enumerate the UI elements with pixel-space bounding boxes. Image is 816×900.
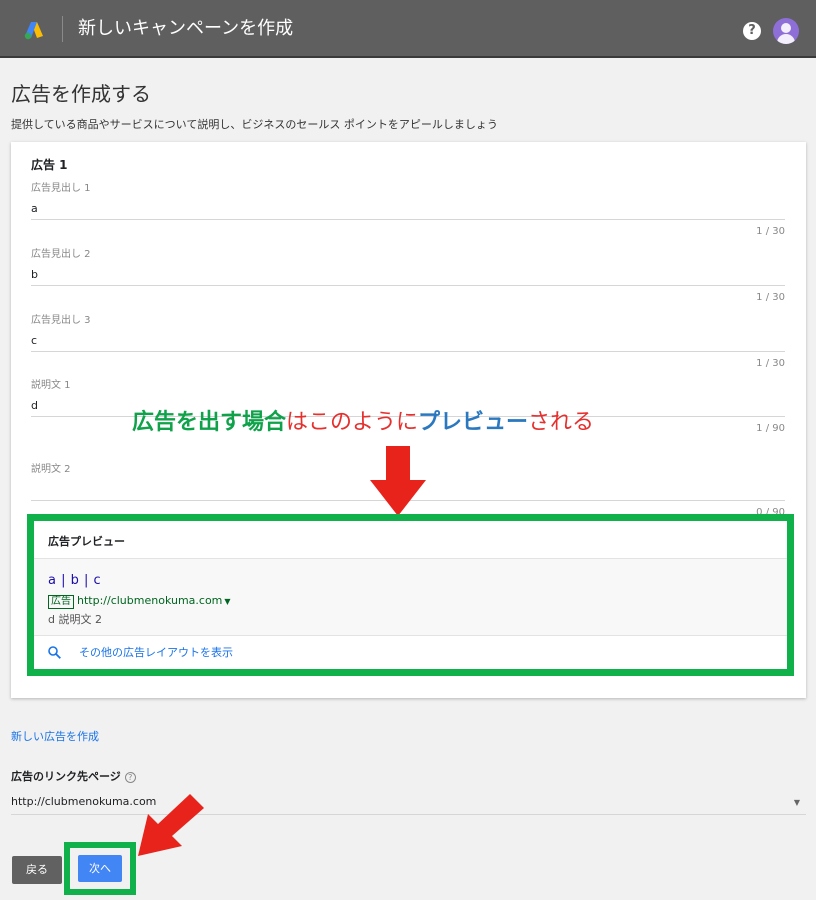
caret-down-icon: ▼ [793, 798, 800, 807]
preview-headline: a | b | c [48, 573, 102, 588]
caret-down-icon: ▼ [224, 597, 231, 606]
annotation-caption: 広告を出す場合はこのようにプレビューされる [132, 404, 594, 436]
field-label: 広告見出し 3 [31, 315, 91, 326]
field-label: 広告見出し 1 [31, 183, 91, 194]
more-layouts-label: その他の広告レイアウトを表示 [79, 646, 233, 659]
page-subtitle: 提供している商品やサービスについて説明し、ビジネスのセールス ポイントをアピール… [11, 118, 498, 131]
divider [34, 635, 787, 636]
headline-2-field[interactable]: 広告見出し 2 b 1 / 30 [31, 248, 785, 303]
next-button-highlight: 次へ [64, 842, 136, 895]
annotation-part-4: される [528, 410, 595, 435]
back-button[interactable]: 戻る [12, 856, 62, 884]
headline-3-input[interactable]: c [31, 334, 785, 352]
headline-1-field[interactable]: 広告見出し 1 a 1 / 30 [31, 182, 785, 237]
arrow-down-icon [370, 446, 426, 516]
top-app-bar: 新しいキャンペーンを作成 ? [0, 0, 816, 58]
landing-page-label-text: 広告のリンク先ページ [11, 770, 121, 783]
field-label: 広告見出し 2 [31, 249, 91, 260]
create-new-ad-link[interactable]: 新しい広告を作成 [11, 728, 99, 744]
help-icon[interactable]: ? [124, 771, 136, 783]
headline-1-input[interactable]: a [31, 202, 785, 220]
arrow-diagonal-icon [138, 794, 204, 856]
page-title: 広告を作成する [11, 82, 151, 106]
google-ads-logo-icon [24, 22, 43, 40]
char-counter: 1 / 30 [756, 226, 785, 237]
help-icon[interactable]: ? [743, 22, 761, 40]
char-counter: 1 / 30 [756, 358, 785, 369]
avatar[interactable] [773, 18, 799, 44]
preview-ad: a | b | c 広告 http://clubmenokuma.com ▼ d 説… [34, 559, 787, 635]
headline-3-field[interactable]: 広告見出し 3 c 1 / 30 [31, 314, 785, 369]
ad-badge: 広告 [48, 595, 74, 609]
annotation-part-2: はこのように [286, 410, 419, 435]
headline-2-input[interactable]: b [31, 268, 785, 286]
preview-title: 広告プレビュー [48, 535, 125, 548]
next-button[interactable]: 次へ [78, 855, 122, 882]
preview-url: http://clubmenokuma.com [77, 594, 223, 607]
more-layouts-link[interactable]: その他の広告レイアウトを表示 [48, 644, 233, 660]
annotation-part-1: 広告を出す場合 [132, 410, 287, 435]
search-icon [48, 645, 61, 659]
ad-preview-panel: 広告プレビュー a | b | c 広告 http://clubmenokuma.… [27, 514, 794, 676]
char-counter: 1 / 30 [756, 292, 785, 303]
field-label: 説明文 1 [31, 380, 71, 391]
annotation-part-3: プレビュー [418, 410, 529, 435]
landing-page-label: 広告のリンク先ページ? [11, 768, 136, 784]
landing-page-select[interactable]: http://clubmenokuma.com ▼ [11, 795, 806, 815]
ad-number-heading: 広告 1 [31, 158, 68, 172]
preview-url-row: 広告 http://clubmenokuma.com ▼ [48, 594, 231, 609]
preview-description: d 説明文 2 [48, 613, 102, 626]
app-title: 新しいキャンペーンを作成 [78, 18, 294, 39]
header-divider [62, 16, 63, 42]
